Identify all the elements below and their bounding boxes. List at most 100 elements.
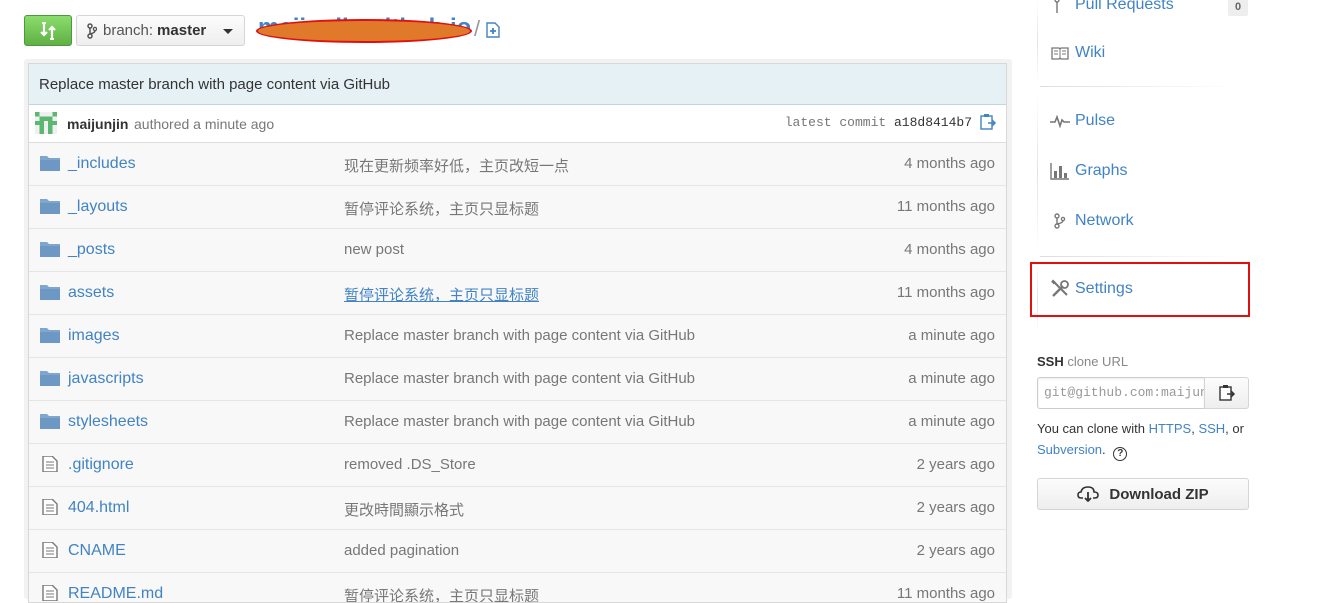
- graph-icon: [1050, 162, 1070, 180]
- file-row[interactable]: README.md 暂停评论系统，主页只显标题 11 months ago: [29, 573, 1006, 602]
- file-commit-message[interactable]: 更改時間顯示格式: [344, 499, 464, 520]
- download-zip-label: Download ZIP: [1109, 485, 1209, 503]
- pull-request-icon: [1050, 0, 1070, 14]
- clone-help-prefix: You can clone with: [1037, 421, 1145, 436]
- file-icon: [42, 542, 58, 558]
- sidebar-item-label: Wiki: [1075, 44, 1106, 61]
- avatar[interactable]: [35, 112, 57, 134]
- file-row[interactable]: images Replace master branch with page co…: [29, 315, 1006, 358]
- file-commit-message[interactable]: new post: [344, 241, 404, 258]
- nav-divider: [1040, 256, 1238, 257]
- commit-time: authored a minute ago: [134, 116, 275, 132]
- file-age: a minute ago: [908, 370, 995, 387]
- sidebar-item-network[interactable]: Network: [1037, 203, 1252, 239]
- or-text: or: [1232, 421, 1244, 436]
- pull-requests-count: 0: [1228, 0, 1248, 16]
- file-name-link[interactable]: javascripts: [68, 370, 144, 388]
- redaction-mark: [256, 19, 472, 43]
- clipboard-icon: [1218, 385, 1235, 401]
- file-age: 2 years ago: [916, 499, 995, 516]
- file-name-link[interactable]: CNAME: [68, 542, 126, 560]
- sidebar-item-pull-requests[interactable]: Pull Requests: [1037, 0, 1252, 23]
- copy-clone-url-button[interactable]: [1204, 377, 1249, 409]
- commit-author[interactable]: maijunjin: [67, 116, 128, 132]
- folder-icon: [40, 371, 60, 386]
- file-name-link[interactable]: stylesheets: [68, 413, 148, 431]
- latest-commit-label: latest commit: [784, 115, 887, 130]
- file-row[interactable]: _posts new post 4 months ago: [29, 229, 1006, 272]
- commit-sha[interactable]: a18d8414b7: [894, 115, 972, 130]
- latest-commit: latest commit a18d8414b7: [785, 115, 972, 130]
- sidebar-item-label: Network: [1075, 212, 1134, 229]
- clone-help-text: You can clone with HTTPS, SSH, or Subver…: [1037, 418, 1252, 461]
- file-age: a minute ago: [908, 413, 995, 430]
- separator: .: [1102, 442, 1106, 457]
- sidebar-item-label: Graphs: [1075, 162, 1128, 179]
- book-icon: [1050, 44, 1070, 62]
- file-row[interactable]: CNAME added pagination 2 years ago: [29, 530, 1006, 573]
- folder-icon: [40, 328, 60, 343]
- clipboard-icon[interactable]: [979, 113, 997, 131]
- file-name-link[interactable]: _posts: [68, 241, 115, 259]
- compare-button[interactable]: [24, 15, 72, 46]
- download-zip-button[interactable]: Download ZIP: [1037, 478, 1249, 510]
- file-row[interactable]: .gitignore removed .DS_Store 2 years ago: [29, 444, 1006, 487]
- file-row[interactable]: _layouts 暂停评论系统，主页只显标题 11 months ago: [29, 186, 1006, 229]
- file-commit-message[interactable]: 暂停评论系统，主页只显标题: [344, 585, 539, 602]
- file-commit-message[interactable]: Replace master branch with page content …: [344, 413, 695, 430]
- file-name-link[interactable]: assets: [68, 284, 114, 302]
- https-link[interactable]: HTTPS: [1149, 421, 1192, 436]
- file-commit-message[interactable]: Replace master branch with page content …: [344, 370, 695, 387]
- new-file-icon[interactable]: [485, 22, 501, 38]
- sidebar-item-pulse[interactable]: Pulse: [1037, 103, 1252, 139]
- chevron-down-icon: [223, 29, 233, 34]
- file-name-link[interactable]: _layouts: [68, 198, 128, 216]
- file-commit-message[interactable]: added pagination: [344, 542, 459, 559]
- network-icon: [1050, 212, 1070, 230]
- file-row[interactable]: assets 暂停评论系统，主页只显标题 11 months ago: [29, 272, 1006, 315]
- file-row[interactable]: javascripts Replace master branch with pa…: [29, 358, 1006, 401]
- sidebar-item-label: Pull Requests: [1075, 0, 1174, 13]
- separator: ,: [1225, 421, 1229, 436]
- file-icon: [42, 456, 58, 472]
- subversion-link[interactable]: Subversion: [1037, 442, 1102, 457]
- sidebar-item-wiki[interactable]: Wiki: [1037, 35, 1252, 71]
- sidebar-item-label: Pulse: [1075, 112, 1116, 129]
- highlight-annotation: [1030, 262, 1250, 317]
- commit-title[interactable]: Replace master branch with page content …: [29, 64, 1006, 105]
- file-commit-message[interactable]: 现在更新频率好低，主页改短一点: [344, 155, 569, 176]
- file-icon: [42, 499, 58, 515]
- clone-url-input[interactable]: git@github.com:maijunjin/maijunjin.githu…: [1037, 377, 1205, 409]
- file-age: a minute ago: [908, 327, 995, 344]
- branch-name: master: [157, 22, 207, 39]
- file-commit-message[interactable]: 暂停评论系统，主页只显标题: [344, 284, 539, 305]
- file-row[interactable]: 404.html 更改時間顯示格式 2 years ago: [29, 487, 1006, 530]
- sidebar-item-graphs[interactable]: Graphs: [1037, 153, 1252, 189]
- file-name-link[interactable]: .gitignore: [68, 456, 134, 474]
- file-name-link[interactable]: README.md: [68, 585, 163, 602]
- path-separator: /: [474, 16, 481, 41]
- file-name-link[interactable]: _includes: [68, 155, 136, 173]
- file-name-link[interactable]: 404.html: [68, 499, 129, 517]
- file-age: 11 months ago: [896, 585, 995, 602]
- clone-url-heading: SSH clone URL: [1037, 354, 1128, 369]
- file-commit-message[interactable]: Replace master branch with page content …: [344, 327, 695, 344]
- file-row[interactable]: stylesheets Replace master branch with pa…: [29, 401, 1006, 444]
- file-commit-message[interactable]: removed .DS_Store: [344, 456, 476, 473]
- help-icon[interactable]: ?: [1113, 447, 1128, 461]
- branch-prefix: branch:: [103, 22, 154, 39]
- file-listing: Replace master branch with page content …: [28, 63, 1007, 603]
- file-commit-message[interactable]: 暂停评论系统，主页只显标题: [344, 198, 539, 219]
- file-icon: [42, 585, 58, 601]
- file-row[interactable]: _includes 现在更新频率好低，主页改短一点 4 months ago: [29, 143, 1006, 186]
- compare-icon: [40, 21, 56, 40]
- ssh-link[interactable]: SSH: [1198, 421, 1225, 436]
- file-age: 11 months ago: [896, 284, 995, 301]
- ssh-protocol-label: SSH: [1037, 354, 1064, 369]
- branch-selector[interactable]: branch: master: [76, 15, 245, 46]
- file-name-link[interactable]: images: [68, 327, 120, 345]
- branch-icon: [87, 22, 97, 39]
- commit-meta: maijunjin authored a minute ago latest c…: [29, 105, 1006, 143]
- folder-icon: [40, 242, 60, 257]
- file-age: 2 years ago: [916, 456, 995, 473]
